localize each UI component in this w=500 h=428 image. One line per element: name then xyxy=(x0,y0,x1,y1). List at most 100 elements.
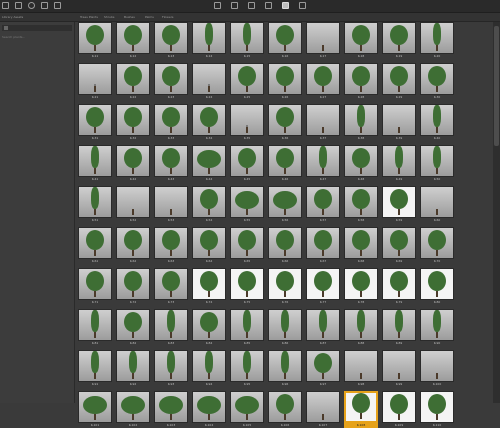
asset-tile[interactable]: K-78 xyxy=(344,268,378,305)
asset-tile[interactable]: K-25 xyxy=(230,63,264,100)
asset-tile[interactable]: K-51 xyxy=(78,186,112,223)
asset-tile[interactable]: K-53 xyxy=(154,186,188,223)
asset-tile[interactable]: K-63 xyxy=(154,227,188,264)
tab[interactable]: Palms xyxy=(145,13,154,21)
asset-tile[interactable]: K-59 xyxy=(382,186,416,223)
tab[interactable]: Bushes xyxy=(124,13,135,21)
asset-tile[interactable]: K-87 xyxy=(306,309,340,346)
tool-icon-4[interactable] xyxy=(265,2,272,9)
asset-tile[interactable]: K-27 xyxy=(306,63,340,100)
asset-tile[interactable]: K-103 xyxy=(154,391,188,428)
asset-tile[interactable]: K-104 xyxy=(192,391,226,428)
asset-tile[interactable]: K-100 xyxy=(420,350,454,387)
asset-tile[interactable]: K-12 xyxy=(116,22,150,59)
asset-tile[interactable]: K-35 xyxy=(230,104,264,141)
search-field[interactable]: Search plants... xyxy=(2,35,25,39)
asset-tile[interactable]: K-14 xyxy=(192,22,226,59)
asset-tile[interactable]: K-58 xyxy=(344,186,378,223)
asset-tile[interactable]: K-19 xyxy=(382,22,416,59)
asset-tile[interactable]: K-16 xyxy=(268,22,302,59)
asset-tile[interactable]: K-97 xyxy=(306,350,340,387)
asset-tile[interactable]: K-101 xyxy=(78,391,112,428)
asset-tile[interactable]: K-49 xyxy=(382,145,416,182)
asset-tile[interactable]: K-50 xyxy=(420,145,454,182)
asset-tile[interactable]: K-88 xyxy=(344,309,378,346)
asset-tile[interactable]: K-99 xyxy=(382,350,416,387)
search-icon[interactable] xyxy=(28,2,35,9)
tool-icon-1[interactable] xyxy=(214,2,221,9)
asset-tile[interactable]: K-74 xyxy=(192,268,226,305)
asset-tile[interactable]: K-43 xyxy=(154,145,188,182)
asset-tile[interactable]: K-96 xyxy=(268,350,302,387)
asset-tile[interactable]: K-30 xyxy=(420,63,454,100)
asset-tile[interactable]: K-41 xyxy=(78,145,112,182)
asset-tile[interactable]: K-71 xyxy=(78,268,112,305)
tool-icon-2[interactable] xyxy=(231,2,238,9)
asset-tile[interactable]: K-38 xyxy=(344,104,378,141)
grid-icon[interactable] xyxy=(15,2,22,9)
asset-tile[interactable]: K-33 xyxy=(154,104,188,141)
asset-tile[interactable]: K-22 xyxy=(116,63,150,100)
asset-tile[interactable]: K-84 xyxy=(192,309,226,346)
asset-tile[interactable]: K-86 xyxy=(268,309,302,346)
asset-tile[interactable]: K-83 xyxy=(154,309,188,346)
asset-tile[interactable]: K-77 xyxy=(306,268,340,305)
asset-tile[interactable]: K-40 xyxy=(420,104,454,141)
asset-tile[interactable]: K-13 xyxy=(154,22,188,59)
asset-tile[interactable]: K-18 xyxy=(344,22,378,59)
asset-tile[interactable]: K-60 xyxy=(420,186,454,223)
asset-tile[interactable]: K-61 xyxy=(78,227,112,264)
asset-tile[interactable]: K-66 xyxy=(268,227,302,264)
asset-tile[interactable]: K-93 xyxy=(154,350,188,387)
asset-tile[interactable]: K-42 xyxy=(116,145,150,182)
asset-tile[interactable]: K-67 xyxy=(306,227,340,264)
asset-tile[interactable]: K-46 xyxy=(268,145,302,182)
asset-tile[interactable]: K-57 xyxy=(306,186,340,223)
asset-tile[interactable]: K-90 xyxy=(420,309,454,346)
tab[interactable]: Shrubs xyxy=(104,13,114,21)
asset-tile[interactable]: K-28 xyxy=(344,63,378,100)
asset-tile[interactable]: K-21 xyxy=(78,63,112,100)
asset-tile[interactable]: K-82 xyxy=(116,309,150,346)
asset-tile[interactable]: K-64 xyxy=(192,227,226,264)
asset-tile[interactable]: K-94 xyxy=(192,350,226,387)
asset-tile[interactable]: K-65 xyxy=(230,227,264,264)
asset-tile[interactable]: K-68 xyxy=(344,227,378,264)
tab[interactable]: Flowers xyxy=(162,13,174,21)
asset-tile[interactable]: K-75 xyxy=(230,268,264,305)
tab[interactable]: Trees Plants xyxy=(80,13,98,21)
edit-icon[interactable] xyxy=(41,2,48,9)
asset-tile[interactable]: K-81 xyxy=(78,309,112,346)
asset-tile[interactable]: K-11 xyxy=(78,22,112,59)
asset-tile[interactable]: K-91 xyxy=(78,350,112,387)
asset-tile[interactable]: K-29 xyxy=(382,63,416,100)
asset-tile[interactable]: K-110 xyxy=(420,391,454,428)
asset-tile[interactable]: K-23 xyxy=(154,63,188,100)
asset-tile[interactable]: K-79 xyxy=(382,268,416,305)
asset-tile[interactable]: K-34 xyxy=(192,104,226,141)
asset-tile[interactable]: K-92 xyxy=(116,350,150,387)
asset-tile[interactable]: K-106 xyxy=(268,391,302,428)
tab[interactable]: Library Assets xyxy=(2,13,23,21)
asset-tile[interactable]: K-56 xyxy=(268,186,302,223)
asset-tile[interactable]: K-47 xyxy=(306,145,340,182)
asset-tile[interactable]: K-31 xyxy=(78,104,112,141)
asset-tile[interactable]: K-15 xyxy=(230,22,264,59)
asset-tile[interactable]: K-73 xyxy=(154,268,188,305)
asset-tile[interactable]: K-37 xyxy=(306,104,340,141)
scroll-thumb[interactable] xyxy=(494,26,499,146)
asset-tile[interactable]: K-69 xyxy=(382,227,416,264)
asset-tile[interactable]: K-72 xyxy=(116,268,150,305)
asset-tile[interactable]: K-24 xyxy=(192,63,226,100)
view-mode-icon[interactable] xyxy=(282,2,289,9)
asset-tile[interactable]: K-26 xyxy=(268,63,302,100)
asset-tile[interactable]: K-89 xyxy=(382,309,416,346)
asset-tile[interactable]: K-70 xyxy=(420,227,454,264)
scrollbar[interactable] xyxy=(493,22,500,403)
asset-tile[interactable]: K-80 xyxy=(420,268,454,305)
asset-tile[interactable]: K-85 xyxy=(230,309,264,346)
asset-tile[interactable]: K-108 xyxy=(344,391,378,428)
asset-tile[interactable]: K-54 xyxy=(192,186,226,223)
asset-tile[interactable]: K-39 xyxy=(382,104,416,141)
asset-tile[interactable]: K-52 xyxy=(116,186,150,223)
